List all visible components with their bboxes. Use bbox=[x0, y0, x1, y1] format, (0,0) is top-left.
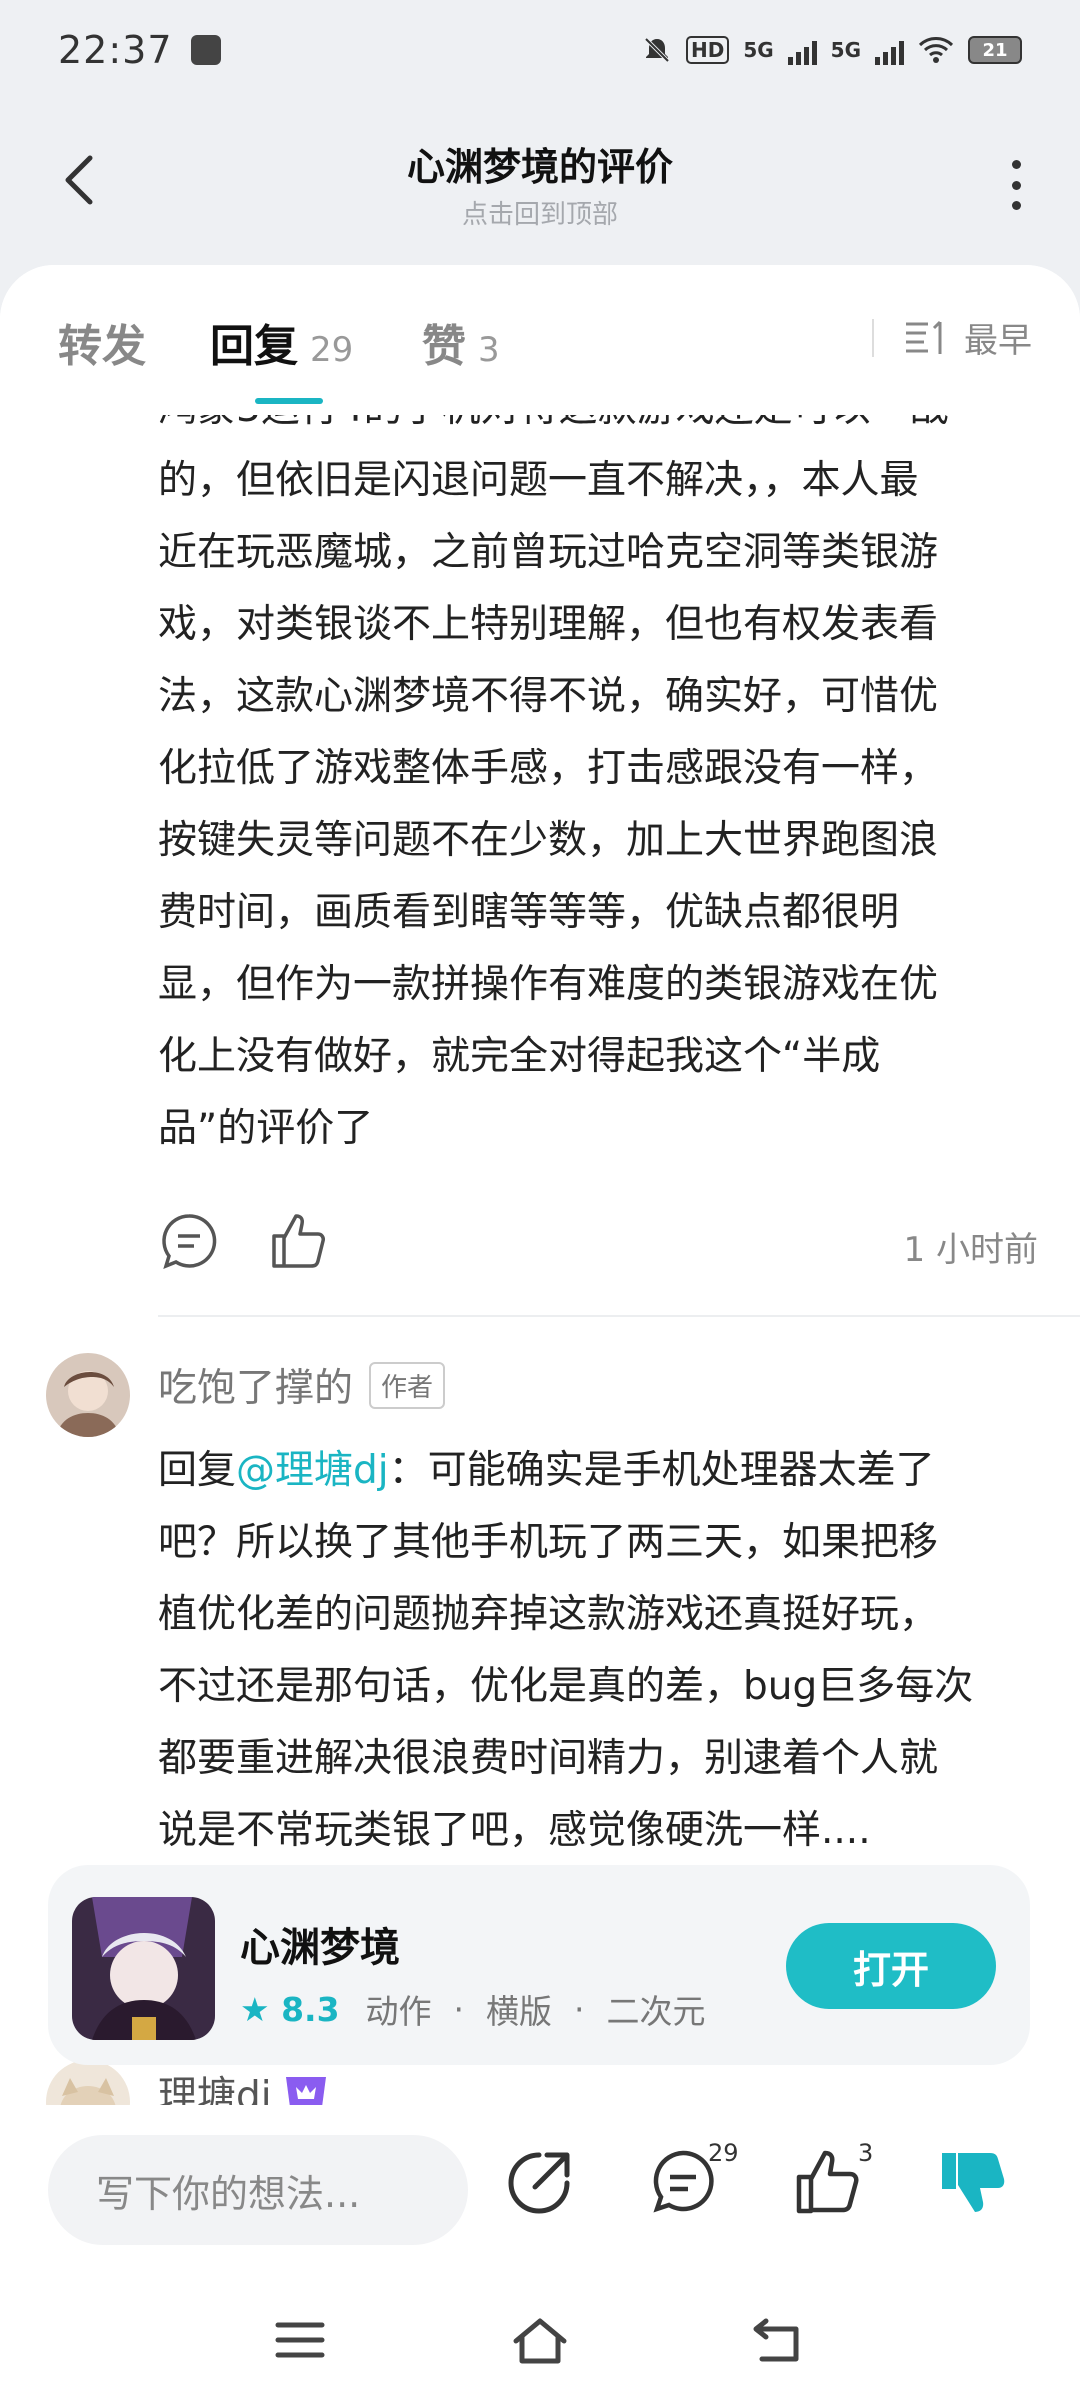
comment-line: 化拉低了游戏整体手感，打击感跟没有一样， bbox=[158, 746, 939, 791]
comment-body: 鸿蒙3运行4的手机对待这款游戏还是可以一战的，但依旧是闪退问题一直不解决，，本人… bbox=[158, 373, 1018, 1165]
system-nav-bar bbox=[0, 2255, 1080, 2404]
reply-line: 吧？所以换了其他手机玩了两三天，如果把移 bbox=[158, 1520, 939, 1565]
reply-line: 植优化差的问题抛弃掉这款游戏还真挺好玩， bbox=[158, 1592, 939, 1637]
network-label-2: 5G bbox=[830, 38, 861, 62]
more-options-icon[interactable] bbox=[1008, 160, 1024, 210]
reply-icon[interactable] bbox=[158, 1210, 220, 1272]
status-bar: 22:37 HD 5G 5G 21 bbox=[0, 0, 1080, 100]
sort-button[interactable]: 最早 bbox=[872, 313, 1032, 362]
game-card[interactable]: 心渊梦境 ★ 8.3 动作 · 横版 · 二次元 打开 bbox=[48, 1865, 1030, 2065]
home-icon[interactable] bbox=[510, 2315, 570, 2365]
wifi-icon bbox=[918, 37, 954, 63]
battery-icon: 21 bbox=[968, 36, 1022, 64]
comments-card: 转发 回复29 赞3 最早 鸿蒙3运行4的手机对待这款游戏还是可以一战的，但依旧… bbox=[0, 265, 1080, 2105]
hd-icon: HD bbox=[685, 36, 730, 64]
reply-body: 回复@理塘dj：可能确实是手机处理器太差了 吧？所以换了其他手机玩了两三天，如果… bbox=[158, 1435, 1018, 1867]
clock: 22:37 bbox=[58, 28, 173, 72]
comment-line: 近在玩恶魔城，之前曾玩过哈克空洞等类银游 bbox=[158, 530, 939, 575]
divider bbox=[158, 1315, 1080, 1317]
level-badge-icon bbox=[285, 2077, 326, 2105]
game-icon[interactable] bbox=[72, 1897, 215, 2040]
comment-line: 法，这款心渊梦境不得不说，确实好，可惜优 bbox=[158, 674, 939, 719]
comment-count: 29 bbox=[708, 2139, 739, 2167]
tab-reply[interactable]: 回复 29 bbox=[210, 310, 353, 374]
mention-link[interactable]: @理塘dj bbox=[236, 1448, 389, 1493]
sort-icon bbox=[906, 320, 942, 354]
game-name: 心渊梦境 bbox=[240, 1925, 400, 1971]
back-nav-icon[interactable] bbox=[750, 2315, 810, 2365]
game-rating: ★ 8.3 bbox=[240, 1989, 340, 2029]
dislike-icon[interactable] bbox=[938, 2147, 1008, 2217]
title-bar: 心渊梦境的评价 点击回到顶部 bbox=[0, 110, 1080, 260]
reply-count: 29 bbox=[310, 330, 354, 370]
comment-line: 化上没有做好，就完全对得起我这个“半成 bbox=[158, 1034, 881, 1079]
reply-line: 不过还是那句话，优化是真的差，bug巨多每次 bbox=[158, 1664, 974, 1709]
sort-label: 最早 bbox=[964, 321, 1032, 361]
comment-input[interactable]: 写下你的想法... bbox=[48, 2135, 468, 2245]
app-notification-icon bbox=[190, 35, 221, 65]
reply-header: 吃饱了撑的 作者 bbox=[158, 1357, 446, 1413]
comment-actions: 1 小时前 bbox=[158, 1210, 1038, 1280]
back-to-top-hint[interactable]: 点击回到顶部 bbox=[0, 194, 1080, 231]
comment-line: 的，但依旧是闪退问题一直不解决，，本人最 bbox=[158, 458, 919, 503]
menu-icon[interactable] bbox=[270, 2315, 330, 2365]
signal-icon-2 bbox=[875, 35, 904, 65]
tab-forward[interactable]: 转发 bbox=[58, 310, 146, 374]
avatar[interactable] bbox=[46, 1353, 130, 1437]
game-tag: 二次元 bbox=[606, 1992, 706, 2031]
reply-line: 说是不常玩类银了吧，感觉像硬洗一样.... bbox=[158, 1808, 871, 1853]
comment-line: 显，但作为一款拼操作有难度的类银游戏在优 bbox=[158, 962, 939, 1007]
bottom-action-bar: 写下你的想法... 29 3 bbox=[0, 2105, 1080, 2255]
tab-bar: 转发 回复 29 赞3 最早 bbox=[0, 265, 1080, 415]
like-count: 3 bbox=[478, 330, 500, 370]
open-game-button[interactable]: 打开 bbox=[786, 1923, 996, 2009]
reply-line: 都要重进解决很浪费时间精力，别逮着个人就 bbox=[158, 1736, 939, 1781]
comment-time: 1 小时前 bbox=[903, 1230, 1038, 1270]
avatar[interactable] bbox=[46, 2060, 130, 2105]
mute-icon bbox=[644, 37, 670, 63]
author-badge: 作者 bbox=[369, 1361, 446, 1409]
username[interactable]: 吃饱了撑的 bbox=[158, 1357, 353, 1413]
like-count: 3 bbox=[858, 2139, 874, 2167]
game-tag: 动作 bbox=[365, 1992, 432, 2031]
comment-line: 戏，对类银谈不上特别理解，但也有权发表看 bbox=[158, 602, 939, 647]
comment-line: 费时间，画质看到瞎等等等，优缺点都很明 bbox=[158, 890, 900, 935]
page-title[interactable]: 心渊梦境的评价 bbox=[0, 136, 1080, 191]
tab-like[interactable]: 赞3 bbox=[422, 310, 500, 374]
share-icon[interactable] bbox=[505, 2147, 575, 2217]
network-label-1: 5G bbox=[743, 38, 774, 62]
game-tag: 横版 bbox=[486, 1992, 553, 2031]
next-reply-header: 理塘dj bbox=[158, 2065, 330, 2105]
username[interactable]: 理塘dj bbox=[158, 2065, 272, 2105]
game-meta: ★ 8.3 动作 · 横版 · 二次元 bbox=[240, 1985, 706, 2033]
comment-line: 品”的评价了 bbox=[158, 1106, 374, 1151]
active-tab-indicator bbox=[255, 398, 323, 404]
like-icon[interactable] bbox=[793, 2147, 863, 2217]
signal-icon bbox=[787, 35, 817, 65]
comment-line: 按键失灵等问题不在少数，加上大世界跑图浪 bbox=[158, 818, 939, 863]
status-icons: HD 5G 5G 21 bbox=[642, 35, 1022, 65]
like-icon[interactable] bbox=[268, 1210, 330, 1272]
